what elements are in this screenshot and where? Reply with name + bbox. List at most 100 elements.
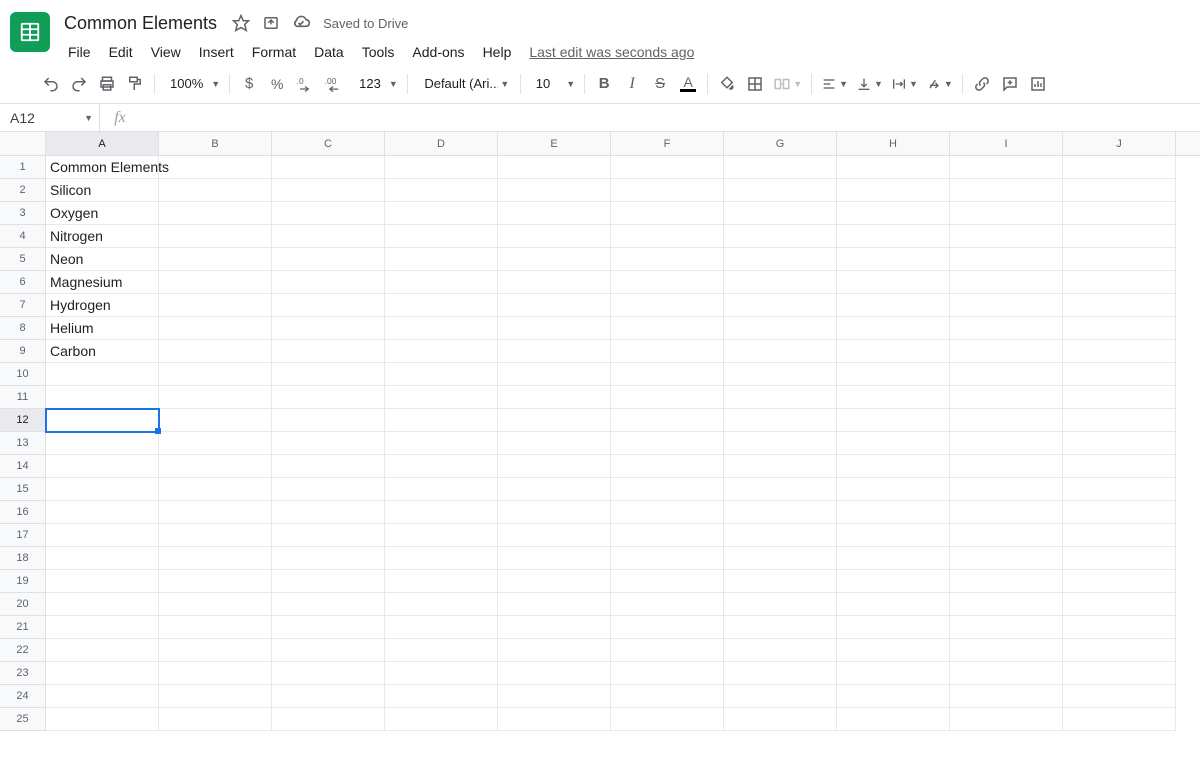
cell[interactable] — [837, 616, 950, 639]
cell[interactable] — [724, 179, 837, 202]
select-all-corner[interactable] — [0, 132, 46, 155]
cell[interactable] — [950, 478, 1063, 501]
cell[interactable] — [159, 639, 272, 662]
row-header[interactable]: 23 — [0, 662, 46, 685]
cell[interactable] — [272, 179, 385, 202]
cell[interactable] — [159, 225, 272, 248]
cell[interactable] — [385, 271, 498, 294]
cell[interactable] — [272, 363, 385, 386]
cell[interactable] — [385, 639, 498, 662]
row-header[interactable]: 20 — [0, 593, 46, 616]
cell[interactable] — [385, 294, 498, 317]
cell[interactable] — [1063, 271, 1176, 294]
cell[interactable] — [1063, 156, 1176, 179]
cell[interactable] — [1063, 616, 1176, 639]
cell[interactable] — [950, 156, 1063, 179]
menu-format[interactable]: Format — [244, 40, 304, 64]
cell[interactable] — [498, 156, 611, 179]
cell[interactable] — [498, 363, 611, 386]
row-header[interactable]: 13 — [0, 432, 46, 455]
column-header[interactable]: G — [724, 132, 837, 155]
menu-data[interactable]: Data — [306, 40, 352, 64]
cell[interactable] — [837, 685, 950, 708]
cell[interactable] — [159, 409, 272, 432]
cell[interactable] — [385, 317, 498, 340]
cell[interactable] — [46, 501, 159, 524]
vertical-align-button[interactable]: ▼ — [853, 71, 886, 97]
cell[interactable] — [159, 547, 272, 570]
font-select[interactable]: Default (Ari... ▼ — [414, 71, 514, 97]
cell[interactable] — [724, 432, 837, 455]
cell[interactable] — [724, 524, 837, 547]
cell[interactable] — [498, 662, 611, 685]
cell[interactable] — [46, 616, 159, 639]
last-edit-link[interactable]: Last edit was seconds ago — [529, 44, 694, 60]
cell[interactable] — [159, 317, 272, 340]
cell[interactable] — [272, 271, 385, 294]
cell[interactable] — [46, 662, 159, 685]
cell[interactable] — [46, 455, 159, 478]
cell[interactable] — [611, 432, 724, 455]
cell[interactable] — [272, 593, 385, 616]
row-header[interactable]: 18 — [0, 547, 46, 570]
cell[interactable] — [272, 317, 385, 340]
cell[interactable] — [611, 179, 724, 202]
row-header[interactable]: 22 — [0, 639, 46, 662]
cell[interactable] — [950, 570, 1063, 593]
cell[interactable] — [272, 340, 385, 363]
cell[interactable] — [1063, 708, 1176, 731]
text-wrap-button[interactable]: ▼ — [888, 71, 921, 97]
cell[interactable] — [611, 455, 724, 478]
cell[interactable] — [46, 409, 159, 432]
cell[interactable] — [498, 547, 611, 570]
cell[interactable] — [837, 524, 950, 547]
cell[interactable] — [837, 294, 950, 317]
row-header[interactable]: 3 — [0, 202, 46, 225]
cell[interactable] — [159, 685, 272, 708]
cell[interactable] — [950, 662, 1063, 685]
cell[interactable] — [837, 547, 950, 570]
cell[interactable] — [498, 386, 611, 409]
cell[interactable] — [724, 708, 837, 731]
cell[interactable] — [498, 432, 611, 455]
cell[interactable] — [611, 363, 724, 386]
cell[interactable] — [385, 478, 498, 501]
cell[interactable] — [46, 363, 159, 386]
cell[interactable] — [611, 271, 724, 294]
cell[interactable] — [950, 294, 1063, 317]
horizontal-align-button[interactable]: ▼ — [818, 71, 851, 97]
doc-title[interactable]: Common Elements — [60, 11, 221, 36]
cell[interactable] — [1063, 340, 1176, 363]
fill-color-button[interactable] — [714, 71, 740, 97]
cell[interactable] — [385, 386, 498, 409]
cell[interactable] — [611, 570, 724, 593]
cell[interactable] — [159, 179, 272, 202]
cell[interactable] — [837, 501, 950, 524]
cell[interactable] — [1063, 386, 1176, 409]
cell[interactable] — [837, 317, 950, 340]
cell[interactable] — [1063, 501, 1176, 524]
cell[interactable] — [498, 570, 611, 593]
cell[interactable] — [385, 616, 498, 639]
cell[interactable] — [611, 409, 724, 432]
menu-view[interactable]: View — [143, 40, 189, 64]
cell[interactable] — [272, 616, 385, 639]
cell[interactable] — [611, 202, 724, 225]
print-button[interactable] — [94, 71, 120, 97]
cell[interactable]: Common Elements — [46, 156, 159, 179]
cell[interactable] — [950, 386, 1063, 409]
cell[interactable] — [159, 478, 272, 501]
cell[interactable] — [724, 501, 837, 524]
menu-help[interactable]: Help — [475, 40, 520, 64]
move-icon[interactable] — [261, 13, 281, 33]
column-header[interactable]: A — [46, 132, 159, 155]
cell[interactable] — [498, 409, 611, 432]
cell[interactable] — [159, 248, 272, 271]
cell[interactable]: Carbon — [46, 340, 159, 363]
cell[interactable] — [498, 685, 611, 708]
cell[interactable] — [385, 432, 498, 455]
cell[interactable] — [498, 501, 611, 524]
cell[interactable]: Silicon — [46, 179, 159, 202]
cell[interactable] — [724, 455, 837, 478]
cell[interactable] — [498, 708, 611, 731]
